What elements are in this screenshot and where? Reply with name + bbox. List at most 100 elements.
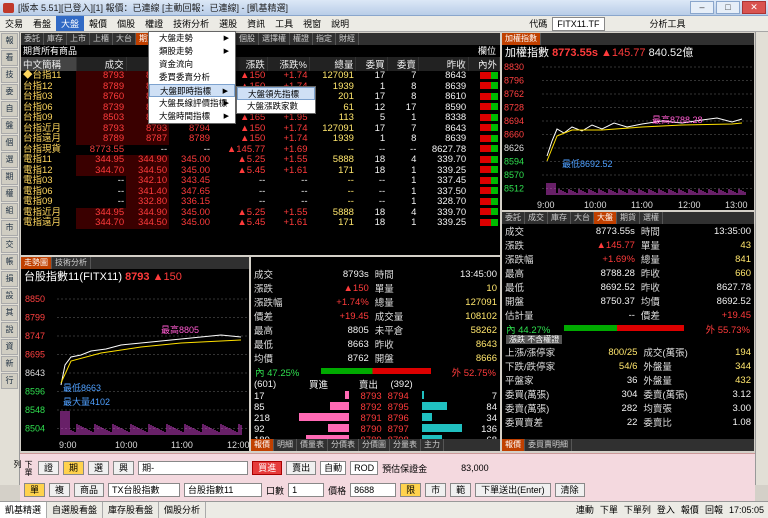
minimize-button[interactable]: – [690, 1, 714, 14]
info-bottom-tab-1[interactable]: 委買賣明細 [525, 439, 572, 451]
table-row[interactable]: 電指03 -- 342.10 343.45 -- -- -- -- 1 337.45 [21, 175, 500, 187]
workspace-tab-0[interactable]: 凱基精選 [0, 502, 48, 518]
bid-price[interactable]: 8793 [352, 391, 385, 402]
status-item-1[interactable]: 下單 [600, 505, 618, 515]
info-tab-1[interactable]: 成交 [525, 212, 548, 224]
submenu-item-1[interactable]: 大盤漲跌家數 [237, 100, 315, 113]
dropdown-item-4[interactable]: 大盤即時指標 ▶ [149, 84, 235, 97]
menu-0[interactable]: 交易 [0, 16, 28, 31]
limit-button[interactable]: 限 [400, 483, 422, 497]
menu-3[interactable]: 報價 [84, 16, 112, 31]
left-tab-16[interactable]: 其 [1, 305, 18, 321]
info-tab-0[interactable]: 委託 [502, 212, 525, 224]
workspace-tab-2[interactable]: 庫存股看盤 [103, 502, 160, 518]
quote-tab-12[interactable]: 指定 [313, 33, 336, 45]
left-tab-20[interactable]: 行 [1, 373, 18, 389]
info-tab-5[interactable]: 期貨 [617, 212, 640, 224]
detail-tab-2[interactable]: 價量表 [297, 439, 328, 451]
market-button[interactable]: 市 [425, 483, 447, 497]
book-row[interactable]: 92 8790 8797 136 [251, 424, 500, 435]
info-bottom-tab-0[interactable]: 報價 [502, 439, 525, 451]
bid-price[interactable]: 8790 [352, 424, 385, 435]
maximize-button[interactable]: □ [716, 1, 740, 14]
quote-tab-11[interactable]: 權證 [290, 33, 313, 45]
info-tab-4[interactable]: 大盤 [594, 212, 617, 224]
quote-tab-9[interactable]: 個股 [236, 33, 259, 45]
quote-tab-3[interactable]: 上櫃 [90, 33, 113, 45]
close-button[interactable]: ✕ [742, 1, 766, 14]
menu-7[interactable]: 選股 [214, 16, 242, 31]
dropdown-item-2[interactable]: 資金流向 [149, 58, 235, 71]
left-tab-5[interactable]: 盤 [1, 118, 18, 134]
order-mode-select[interactable]: 自動 [320, 461, 347, 475]
book-row[interactable]: 218 8791 8796 34 [251, 413, 500, 424]
left-tab-3[interactable]: 委 [1, 84, 18, 100]
detail-tab-4[interactable]: 分價圖 [359, 439, 390, 451]
left-tab-2[interactable]: 技 [1, 67, 18, 83]
dropdown-item-3[interactable]: 委買委賣分析 [149, 71, 235, 84]
book-row[interactable]: 85 8792 8795 84 [251, 402, 500, 413]
menu-10[interactable]: 視窗 [298, 16, 326, 31]
col-header-9[interactable]: 昨收 [418, 57, 469, 71]
submit-order-button[interactable]: 下單送出(Enter) [475, 483, 551, 497]
market-type-1[interactable]: 期 [63, 461, 85, 475]
info-tab-2[interactable]: 庫存 [548, 212, 571, 224]
detail-tab-3[interactable]: 分價表 [328, 439, 359, 451]
detail-tab-1[interactable]: 明細 [274, 439, 297, 451]
quote-tab-1[interactable]: 庫存 [44, 33, 67, 45]
left-tab-4[interactable]: 自 [1, 101, 18, 117]
left-tab-7[interactable]: 選 [1, 152, 18, 168]
ask-price[interactable]: 8797 [385, 424, 419, 435]
market-type-2[interactable]: 選 [88, 461, 110, 475]
col-header-7[interactable]: 委買 [355, 57, 388, 71]
table-row[interactable]: ◆台指11879387948795▲150+1.741270911778643 [21, 70, 500, 82]
col-header-5[interactable]: 漲跌% [267, 57, 311, 71]
sell-button[interactable]: 賣出 [286, 461, 317, 475]
table-row[interactable]: 電指遠月 344.70 344.50 345.00 ▲5.45 +1.61 171 18 1 33… [21, 217, 500, 229]
table-row[interactable]: 台指遠月 8789 8787 8789 ▲150 +1.74 1939 1 8 8639 [21, 133, 500, 145]
order-type-0[interactable]: 單 [24, 483, 46, 497]
menu-11[interactable]: 說明 [326, 16, 354, 31]
left-tab-14[interactable]: 損 [1, 271, 18, 287]
left-tab-15[interactable]: 設 [1, 288, 18, 304]
buy-button[interactable]: 買進 [252, 461, 283, 475]
left-tab-8[interactable]: 期 [1, 169, 18, 185]
col-header-6[interactable]: 總量 [309, 57, 357, 71]
status-item-2[interactable]: 下單列 [624, 505, 651, 515]
section-toggle[interactable]: 漲跌 不含權證 [506, 335, 563, 344]
right-scrollbar[interactable] [755, 32, 768, 485]
left-tab-17[interactable]: 說 [1, 322, 18, 338]
detail-tab-5[interactable]: 分量表 [390, 439, 421, 451]
status-item-0[interactable]: 連動 [576, 505, 594, 515]
left-tab-6[interactable]: 個 [1, 135, 18, 151]
rod-select[interactable]: ROD [350, 461, 379, 475]
product-select[interactable]: TX台股指數 [108, 483, 181, 497]
dropdown-item-6[interactable]: 大盤時間指標 ▶ [149, 110, 235, 123]
table-row[interactable]: 電指09 -- 332.80 336.15 -- -- -- -- 1 328.70 [21, 196, 500, 208]
ask-price[interactable]: 8795 [385, 402, 419, 413]
status-item-4[interactable]: 報價 [681, 505, 699, 515]
qty-input[interactable]: 1 [288, 483, 325, 497]
bid-price[interactable]: 8791 [352, 413, 385, 424]
range-button[interactable]: 範 [450, 483, 472, 497]
dropdown-item-1[interactable]: 類股走勢 ▶ [149, 45, 235, 58]
quote-tab-2[interactable]: 上市 [67, 33, 90, 45]
menu-9[interactable]: 工具 [270, 16, 298, 31]
left-tab-11[interactable]: 市 [1, 220, 18, 236]
col-header-0[interactable]: 中文簡稱 [21, 57, 77, 71]
status-item-3[interactable]: 登入 [657, 505, 675, 515]
month-select[interactable]: 台股指數11 [184, 483, 263, 497]
analysis-tools-menu[interactable]: 分析工具 [645, 16, 691, 31]
left-tab-10[interactable]: 組 [1, 203, 18, 219]
left-tab-18[interactable]: 資 [1, 339, 18, 355]
market-type-0[interactable]: 證 [38, 461, 60, 475]
info-tab-3[interactable]: 大台 [571, 212, 594, 224]
status-item-5[interactable]: 回報 [705, 505, 723, 515]
tab-index[interactable]: 加權指數 [502, 33, 541, 45]
dropdown-item-5[interactable]: 大盤長線評價指標 ▶ [149, 97, 235, 110]
product-button[interactable]: 商品 [74, 483, 105, 497]
menu-6[interactable]: 技術分析 [168, 16, 214, 31]
info-tab-6[interactable]: 選權 [640, 212, 663, 224]
table-row[interactable]: 台指09850384998515▲165+1.95113518338 [21, 112, 500, 124]
left-tab-0[interactable]: 報 [1, 33, 18, 49]
